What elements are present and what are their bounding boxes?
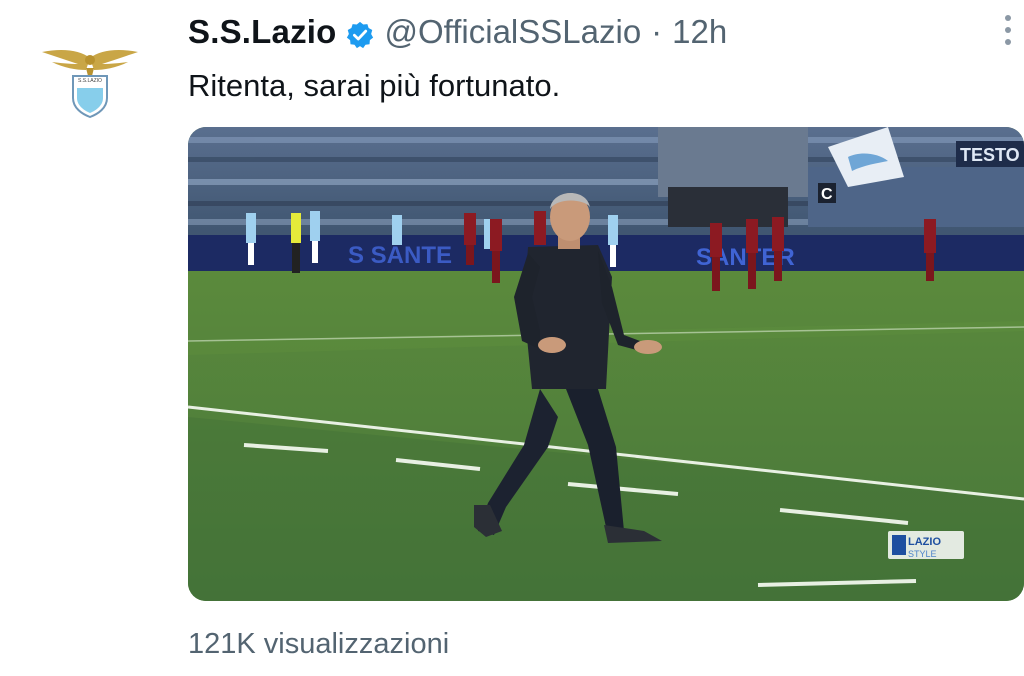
user-handle[interactable]: @OfficialSSLazio: [385, 10, 642, 54]
stand-banner: TESTO: [960, 145, 1020, 165]
tweet-text: Ritenta, sarai più fortunato.: [188, 68, 561, 103]
more-options-icon[interactable]: [996, 10, 1020, 50]
timestamp[interactable]: 12h: [672, 10, 727, 54]
verified-badge-icon: [345, 17, 375, 49]
tweet-media-image[interactable]: TESTO C S SANTE SANTER LAZIO STYLE: [188, 127, 1024, 601]
avatar[interactable]: S.S.LAZIO: [40, 46, 140, 119]
watermark-top: LAZIO: [908, 536, 941, 548]
lazio-style-watermark: LAZIO STYLE: [888, 531, 964, 559]
display-name[interactable]: S.S.Lazio: [188, 10, 337, 54]
ad-board-left: S SANTE: [348, 242, 452, 269]
header-separator: ·: [651, 13, 663, 50]
svg-text:C: C: [821, 186, 833, 203]
tweet-header: S.S.Lazio @OfficialSSLazio · 12h: [188, 10, 727, 54]
watermark-bottom: STYLE: [908, 549, 937, 559]
view-count[interactable]: 121K visualizzazioni: [188, 624, 449, 664]
tweet[interactable]: S.S.LAZIO S.S.Lazio @OfficialSSLazio · 1…: [0, 0, 1024, 676]
lazio-eagle-crest-icon: S.S.LAZIO: [42, 50, 138, 119]
crest-text: S.S.LAZIO: [78, 78, 102, 84]
